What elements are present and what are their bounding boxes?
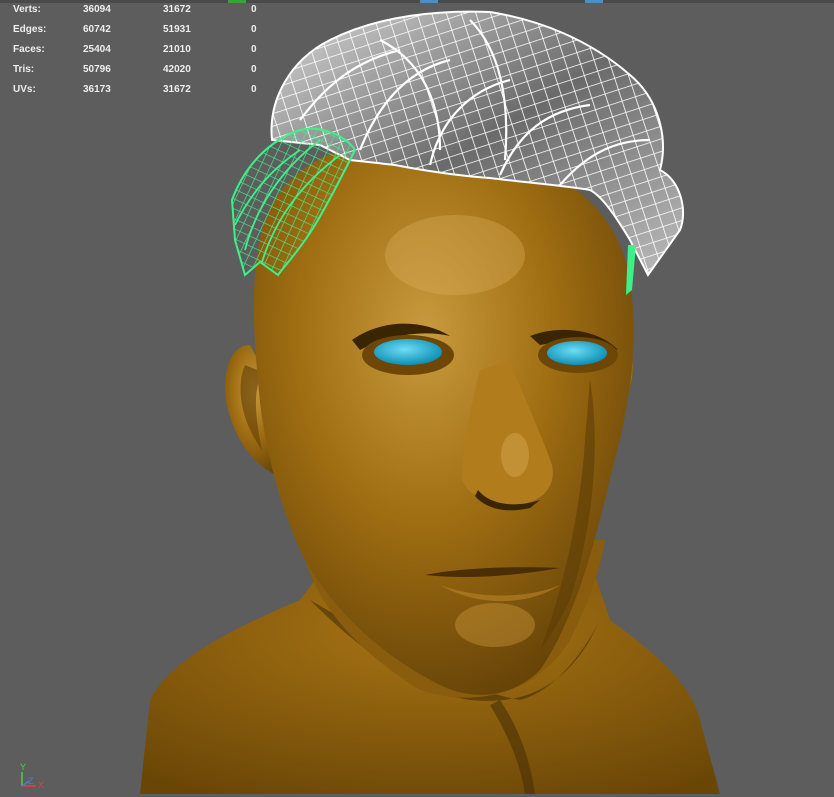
hud-value-selected: 31672 [163, 4, 191, 15]
hud-value-scene: 25404 [83, 44, 111, 55]
nose-highlight [501, 433, 529, 477]
hud-value-component: 0 [251, 44, 257, 55]
axis-y-label: Y [20, 762, 27, 772]
hud-row-faces: Faces: 25404 21010 0 [13, 44, 273, 64]
hud-value-scene: 60742 [83, 24, 111, 35]
axis-z-label: Z [28, 776, 34, 786]
hud-row-tris: Tris: 50796 42020 0 [13, 64, 273, 84]
hud-row-uvs: UVs: 36173 31672 0 [13, 84, 273, 104]
hud-value-scene: 36173 [83, 84, 111, 95]
hud-label: Verts: [13, 4, 41, 15]
hud-value-selected: 31672 [163, 84, 191, 95]
hud-value-component: 0 [251, 84, 257, 95]
chin-highlight [455, 603, 535, 647]
selected-hair-right-sliver [626, 245, 636, 295]
axis-gizmo: Y X Z [16, 762, 46, 792]
left-eye[interactable] [374, 339, 442, 365]
hud-value-selected: 42020 [163, 64, 191, 75]
hud-value-component: 0 [251, 24, 257, 35]
hud-label: Tris: [13, 64, 35, 75]
3d-viewport[interactable]: Verts: 36094 31672 0 Edges: 60742 51931 … [0, 0, 834, 794]
head-model-scene[interactable] [0, 0, 834, 794]
hud-label: Faces: [13, 44, 45, 55]
hud-value-scene: 36094 [83, 4, 111, 15]
hud-row-verts: Verts: 36094 31672 0 [13, 4, 273, 24]
axis-x-label: X [38, 780, 45, 790]
hud-value-component: 0 [251, 64, 257, 75]
poly-count-hud: Verts: 36094 31672 0 Edges: 60742 51931 … [13, 4, 273, 104]
hud-value-component: 0 [251, 4, 257, 15]
hud-value-selected: 21010 [163, 44, 191, 55]
right-eye[interactable] [547, 341, 607, 365]
hud-value-scene: 50796 [83, 64, 111, 75]
hud-row-edges: Edges: 60742 51931 0 [13, 24, 273, 44]
hud-label: UVs: [13, 84, 36, 95]
forehead-highlight [385, 215, 525, 295]
hud-value-selected: 51931 [163, 24, 191, 35]
hud-label: Edges: [13, 24, 47, 35]
